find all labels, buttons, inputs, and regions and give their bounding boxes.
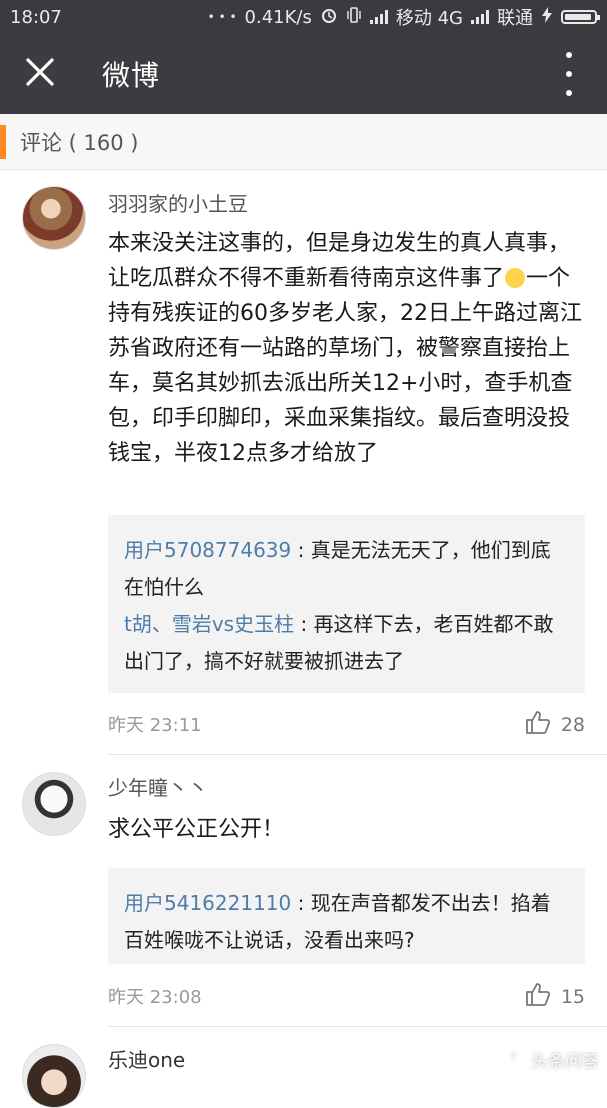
- comment-text: 本来没关注这事的，但是身边发生的真人真事，让吃瓜群众不得不重新看待南京这件事了一…: [108, 226, 588, 471]
- comment-username[interactable]: 少年瞳丶丶: [108, 772, 208, 801]
- carrier-2: 联通: [497, 8, 533, 29]
- reply-sep: :: [291, 891, 311, 915]
- reply-username[interactable]: 用户5708774639: [124, 538, 291, 562]
- avatar[interactable]: [22, 1044, 86, 1108]
- watermark-text: 头条问答: [531, 1052, 599, 1072]
- carrier-1: 移动 4G: [395, 8, 463, 29]
- signal-2-icon: [471, 10, 489, 24]
- like-count: 28: [560, 713, 585, 736]
- more-vertical-icon: [566, 52, 572, 58]
- comments-header: 评论 ( 160 ): [0, 114, 607, 170]
- app-bar: 微博: [0, 34, 607, 114]
- reply-item: t胡、雪岩vs史玉柱 : 再这样下去，老百姓都不敢出门了，搞不好就要被抓进去了: [124, 606, 569, 680]
- divider: [108, 1026, 607, 1027]
- close-button[interactable]: [0, 34, 80, 114]
- reply-box[interactable]: 用户5416221110 : 现在声音都发不出去！掐着百姓喉咙不让说话，没看出来…: [108, 868, 585, 964]
- status-indicators: • • • 0.41K/s 移动 4G 联通: [207, 4, 600, 30]
- page-title: 微博: [102, 59, 161, 92]
- section-accent: [0, 124, 6, 159]
- reply-item: 用户5416221110 : 现在声音都发不出去！掐着百姓喉咙不让说话，没看出来…: [124, 885, 569, 959]
- avatar[interactable]: [22, 186, 86, 250]
- reply-username[interactable]: 用户5416221110: [124, 891, 291, 915]
- watermark: ? 头条问答: [501, 1045, 599, 1074]
- status-time: 18:07: [10, 6, 62, 28]
- comment-time: 昨天 23:08: [108, 987, 202, 1008]
- like-button[interactable]: 28: [525, 709, 585, 740]
- battery-icon: [561, 10, 600, 24]
- vibrate-icon: [346, 6, 362, 29]
- thumbs-up-icon: [525, 981, 551, 1012]
- status-dots: • • •: [207, 10, 237, 24]
- comment-text-part1: 本来没关注这事的，但是身边发生的真人真事，让吃瓜群众不得不重新看待南京这件事了: [108, 231, 571, 291]
- comment-time: 昨天 23:11: [108, 715, 202, 736]
- comment-text-part2: 一个持有残疾证的60多岁老人家，22日上午路过离江苏省政府还有一站路的草场门，被…: [108, 266, 582, 466]
- alarm-icon: [320, 6, 338, 29]
- comment-username[interactable]: 乐迪one: [108, 1044, 185, 1073]
- emoji-icon: [505, 268, 526, 288]
- status-bar: 18:07 • • • 0.41K/s 移动 4G 联通: [0, 0, 607, 34]
- reply-box[interactable]: 用户5708774639 : 真是无法无天了，他们到底在怕什么 t胡、雪岩vs史…: [108, 515, 585, 693]
- signal-1-icon: [369, 10, 388, 24]
- comments-count-label: 评论 ( 160 ): [20, 130, 139, 155]
- more-button[interactable]: [559, 52, 579, 96]
- reply-sep: :: [294, 612, 314, 636]
- reply-item: 用户5708774639 : 真是无法无天了，他们到底在怕什么: [124, 532, 569, 606]
- close-icon: [25, 57, 55, 91]
- reply-sep: :: [291, 538, 311, 562]
- comment-username[interactable]: 羽羽家的小土豆: [108, 188, 248, 217]
- like-button[interactable]: 15: [525, 981, 585, 1012]
- avatar[interactable]: [22, 772, 86, 836]
- network-speed: 0.41K/s: [244, 6, 312, 28]
- watermark-logo-icon: ?: [501, 1045, 525, 1074]
- like-count: 15: [560, 985, 585, 1008]
- thumbs-up-icon: [525, 709, 551, 740]
- divider: [108, 754, 607, 755]
- reply-username[interactable]: t胡、雪岩vs史玉柱: [124, 612, 294, 636]
- comment-text: 求公平公正公开！: [108, 817, 285, 842]
- charging-icon: [541, 6, 553, 28]
- svg-text:?: ?: [510, 1050, 516, 1064]
